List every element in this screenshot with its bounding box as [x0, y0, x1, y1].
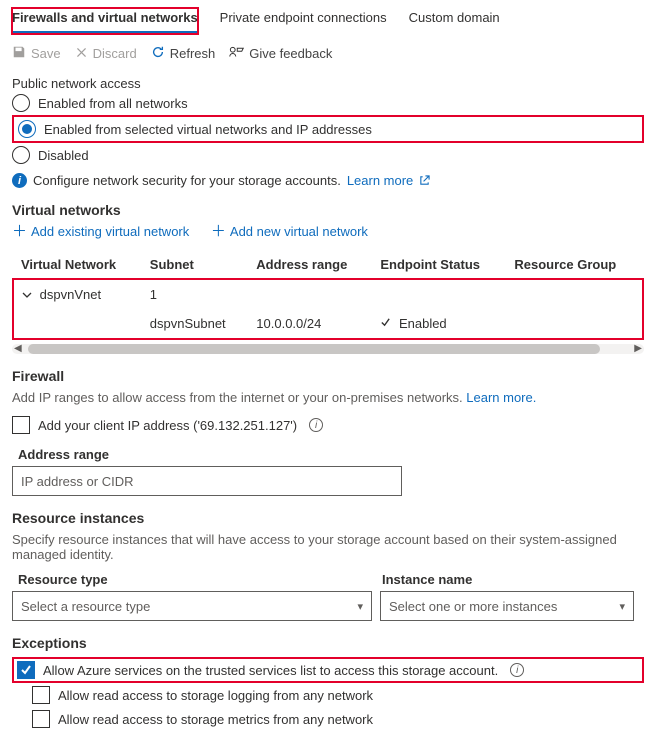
- ri-heading: Resource instances: [12, 510, 644, 526]
- vnets-actions: ＋ Add existing virtual network ＋ Add new…: [12, 224, 644, 239]
- check-icon: [380, 316, 395, 331]
- col-resource-type: Resource type: [18, 572, 382, 587]
- exception-trusted-services[interactable]: Allow Azure services on the trusted serv…: [12, 657, 644, 683]
- checkbox-icon: [12, 416, 30, 434]
- instance-name-placeholder: Select one or more instances: [389, 599, 557, 614]
- checkbox-icon: [32, 686, 50, 704]
- ri-desc: Specify resource instances that will hav…: [12, 532, 644, 562]
- table-row[interactable]: dspvnVnet 1: [13, 279, 643, 309]
- scroll-left-icon[interactable]: ◀: [14, 343, 22, 354]
- vnets-heading: Virtual networks: [12, 202, 644, 218]
- client-ip-label: Add your client IP address ('69.132.251.…: [38, 418, 297, 433]
- chevron-down-icon[interactable]: [22, 288, 32, 303]
- endpoint-status-value: Enabled: [399, 316, 447, 331]
- instance-name-select[interactable]: Select one or more instances ▾: [380, 591, 634, 621]
- scroll-right-icon[interactable]: ▶: [634, 343, 642, 354]
- pna-heading: Public network access: [12, 76, 644, 91]
- radio-icon: [12, 94, 30, 112]
- col-instance-name: Instance name: [382, 572, 472, 587]
- add-new-vnet-button[interactable]: ＋ Add new virtual network: [211, 224, 368, 239]
- tab-custom-domain[interactable]: Custom domain: [409, 8, 500, 34]
- learn-more-link[interactable]: Learn more: [347, 173, 430, 188]
- vnets-table: Virtual Network Subnet Address range End…: [12, 251, 644, 340]
- radio-enabled-selected[interactable]: Enabled from selected virtual networks a…: [12, 115, 644, 143]
- radio-icon: [12, 146, 30, 164]
- info-outline-icon[interactable]: i: [510, 663, 524, 677]
- add-client-ip-checkbox[interactable]: Add your client IP address ('69.132.251.…: [12, 413, 644, 437]
- save-button[interactable]: Save: [12, 45, 61, 62]
- exceptions-heading: Exceptions: [12, 635, 644, 651]
- refresh-icon: [151, 45, 165, 62]
- feedback-button[interactable]: Give feedback: [229, 45, 332, 62]
- col-endpoint-status: Endpoint Status: [372, 251, 506, 279]
- radio-label: Enabled from all networks: [38, 96, 188, 111]
- vnet-name: dspvnVnet: [40, 287, 101, 302]
- tab-firewalls[interactable]: Firewalls and virtual networks: [12, 8, 198, 34]
- close-icon: [75, 46, 88, 62]
- firewall-desc-text: Add IP ranges to allow access from the i…: [12, 390, 463, 405]
- firewall-heading: Firewall: [12, 368, 644, 384]
- address-range-value: 10.0.0.0/24: [248, 309, 372, 339]
- plus-icon: ＋: [12, 224, 27, 239]
- firewall-learn-more-link[interactable]: Learn more.: [466, 390, 536, 405]
- radio-label: Disabled: [38, 148, 89, 163]
- address-range-label: Address range: [18, 447, 644, 462]
- table-row[interactable]: dspvnSubnet 10.0.0.0/24 Enabled: [13, 309, 643, 339]
- add-existing-label: Add existing virtual network: [31, 224, 189, 239]
- external-link-icon: [419, 175, 430, 186]
- plus-icon: ＋: [211, 224, 226, 239]
- exception-label: Allow read access to storage logging fro…: [58, 688, 373, 703]
- col-subnet: Subnet: [142, 251, 249, 279]
- radio-disabled[interactable]: Disabled: [12, 143, 644, 167]
- info-icon: i: [12, 173, 27, 188]
- resource-type-placeholder: Select a resource type: [21, 599, 150, 614]
- checkbox-icon: [32, 710, 50, 728]
- col-vnet: Virtual Network: [13, 251, 142, 279]
- pna-info-text: Configure network security for your stor…: [33, 173, 341, 188]
- feedback-icon: [229, 45, 244, 62]
- radio-icon: [18, 120, 36, 138]
- exception-label: Allow Azure services on the trusted serv…: [43, 663, 498, 678]
- save-label: Save: [31, 46, 61, 61]
- address-range-input[interactable]: [12, 466, 402, 496]
- resource-type-select[interactable]: Select a resource type ▾: [12, 591, 372, 621]
- horizontal-scrollbar[interactable]: ◀ ▶: [12, 344, 644, 354]
- feedback-label: Give feedback: [249, 46, 332, 61]
- col-address-range: Address range: [248, 251, 372, 279]
- toolbar: Save Discard Refresh Give feedback: [12, 45, 644, 62]
- pna-info-row: i Configure network security for your st…: [12, 173, 644, 188]
- learn-more-label: Learn more: [347, 173, 413, 188]
- refresh-button[interactable]: Refresh: [151, 45, 216, 62]
- subnet-count: 1: [142, 279, 249, 309]
- table-header-row: Virtual Network Subnet Address range End…: [13, 251, 643, 279]
- subnet-name: dspvnSubnet: [142, 309, 249, 339]
- radio-enabled-all[interactable]: Enabled from all networks: [12, 91, 644, 115]
- save-icon: [12, 45, 26, 62]
- chevron-down-icon: ▾: [619, 600, 625, 613]
- tab-private-endpoint[interactable]: Private endpoint connections: [220, 8, 387, 34]
- exception-label: Allow read access to storage metrics fro…: [58, 712, 373, 727]
- info-outline-icon[interactable]: i: [309, 418, 323, 432]
- radio-label: Enabled from selected virtual networks a…: [44, 122, 372, 137]
- ri-col-headers: Resource type Instance name: [18, 572, 644, 587]
- exception-storage-logging[interactable]: Allow read access to storage logging fro…: [32, 683, 644, 707]
- add-new-label: Add new virtual network: [230, 224, 368, 239]
- discard-label: Discard: [93, 46, 137, 61]
- refresh-label: Refresh: [170, 46, 216, 61]
- checkbox-icon: [17, 661, 35, 679]
- ri-select-row: Select a resource type ▾ Select one or m…: [12, 591, 644, 621]
- add-existing-vnet-button[interactable]: ＋ Add existing virtual network: [12, 224, 189, 239]
- tabs-bar: Firewalls and virtual networks Private e…: [12, 8, 644, 35]
- chevron-down-icon: ▾: [357, 600, 363, 613]
- col-resource-group: Resource Group: [506, 251, 643, 279]
- scroll-thumb[interactable]: [28, 344, 600, 354]
- exception-storage-metrics[interactable]: Allow read access to storage metrics fro…: [32, 707, 644, 731]
- firewall-desc: Add IP ranges to allow access from the i…: [12, 390, 644, 405]
- discard-button[interactable]: Discard: [75, 46, 137, 62]
